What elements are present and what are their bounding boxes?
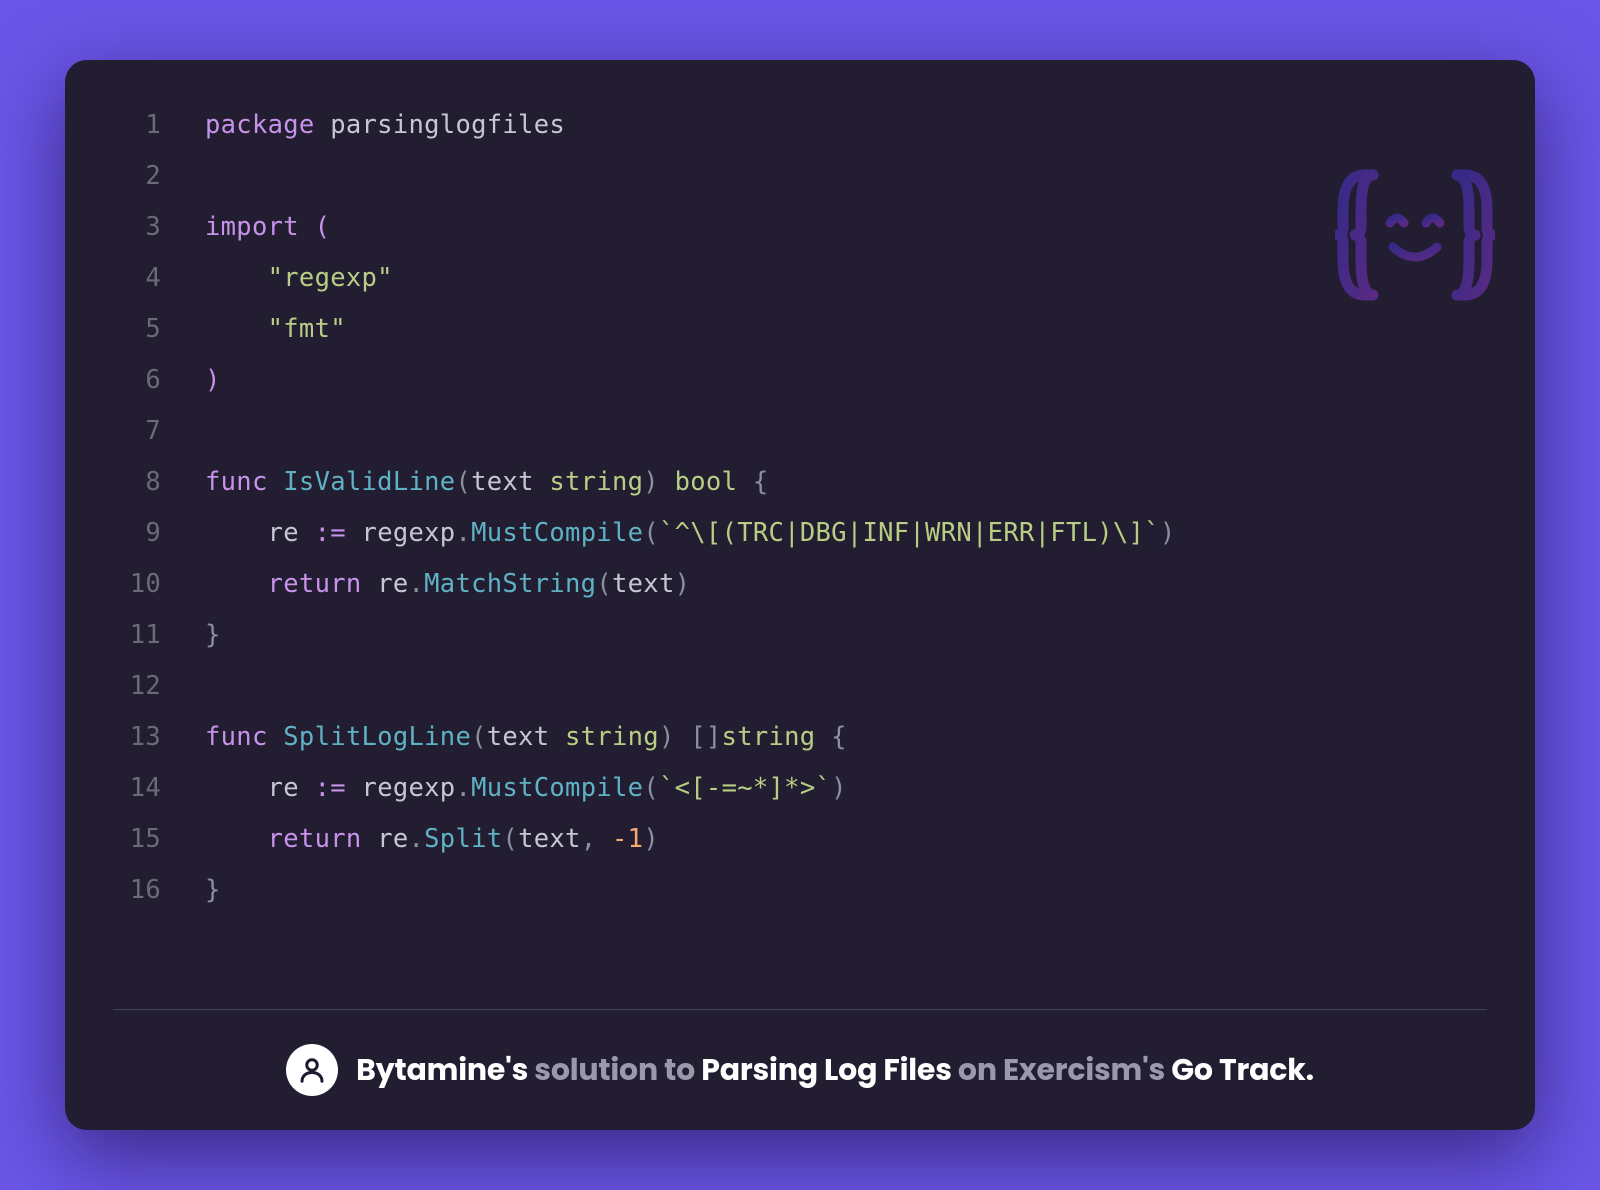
code-line: 1 package parsinglogfiles [65,100,1505,151]
footer-track: Go Track. [1171,1048,1314,1091]
code-area: 1 package parsinglogfiles 2 3 import ( 4… [65,100,1535,979]
footer-exercise: Parsing Log Files [701,1048,952,1091]
exercism-logo-icon [1335,155,1495,315]
line-number: 1 [65,100,205,151]
user-avatar-icon [286,1044,338,1096]
footer-username: Bytamine's [356,1048,528,1091]
footer-text: Bytamine's solution to Parsing Log Files… [356,1047,1314,1093]
footer: Bytamine's solution to Parsing Log Files… [65,1010,1535,1130]
code-card: 1 package parsinglogfiles 2 3 import ( 4… [65,60,1535,1130]
